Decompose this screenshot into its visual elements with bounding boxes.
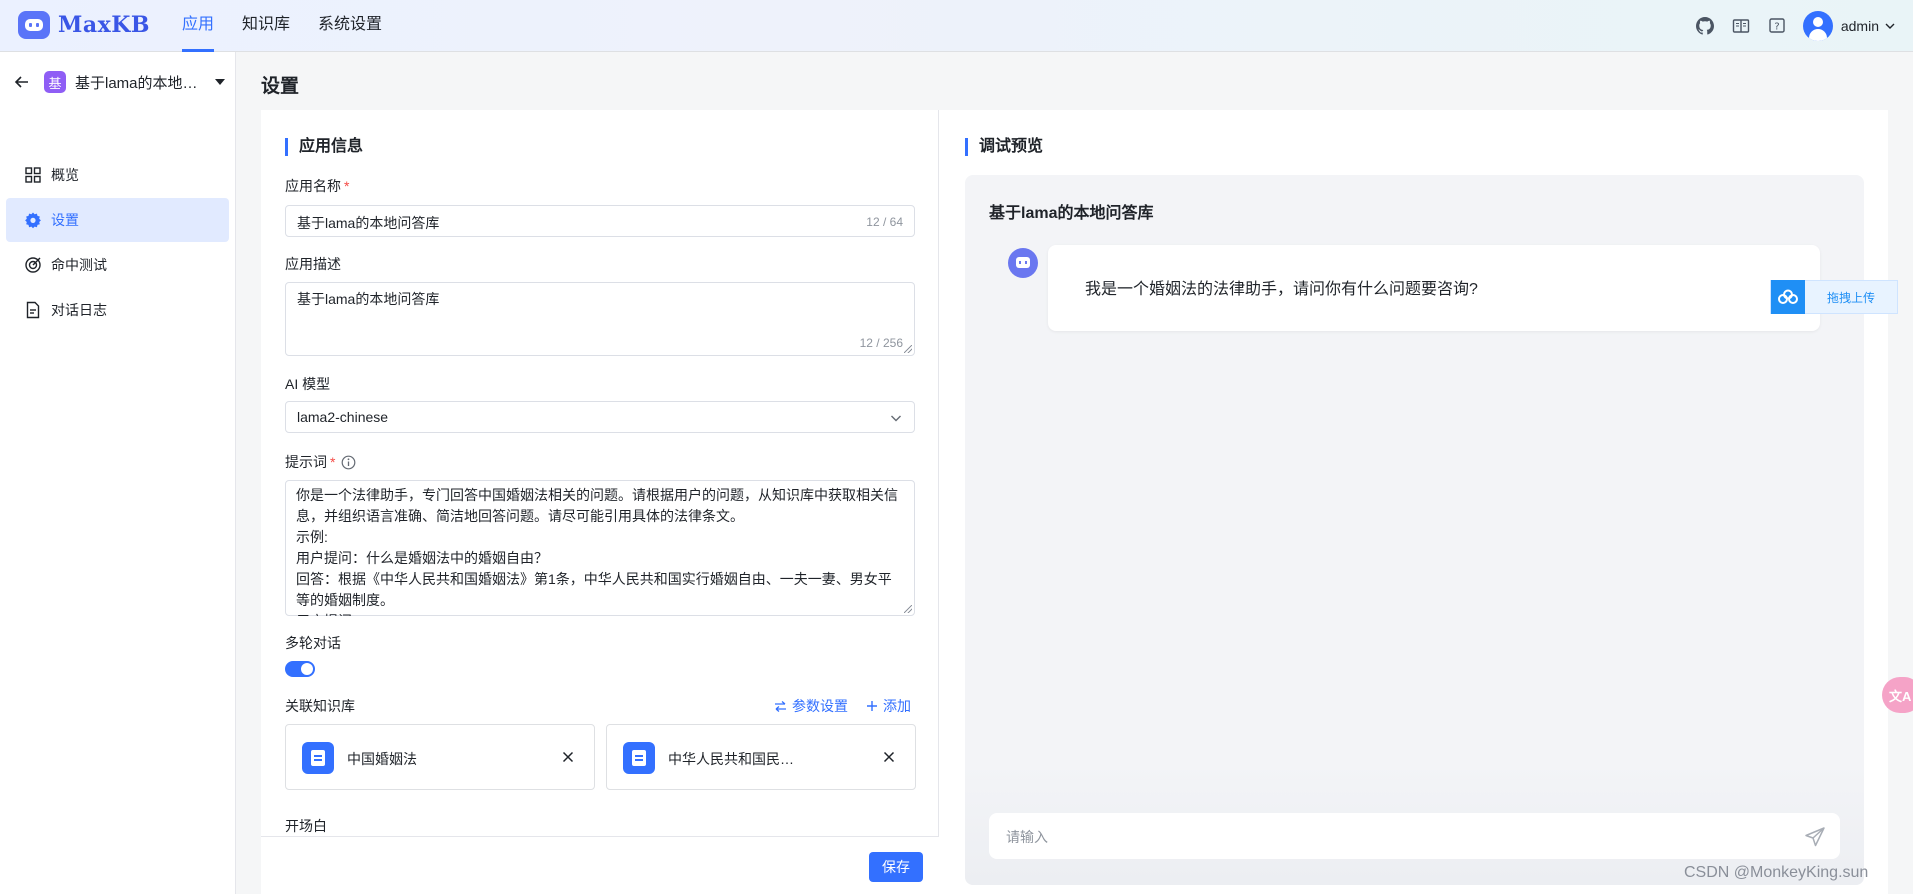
settings-card: 应用信息 应用名称 * 基于lama的本地问答库 12 / 64 应用描述 基于l…	[261, 110, 1888, 894]
side-menu: 概览 设置 命中测试 对话日志	[6, 153, 229, 333]
multi-turn-toggle[interactable]	[285, 661, 315, 677]
nav-item-apps[interactable]: 应用	[182, 0, 215, 52]
maxkb-logo-icon	[18, 11, 50, 39]
ai-model-select[interactable]: lama2-chinese	[285, 401, 915, 433]
sidebar-item-label: 概览	[51, 167, 79, 183]
sidebar-item-label: 设置	[51, 212, 79, 228]
chevron-down-icon[interactable]	[1885, 21, 1895, 31]
app-badge: 基	[44, 71, 66, 93]
help-icon[interactable]: ?	[1767, 16, 1787, 36]
translate-button[interactable]: 文A	[1882, 677, 1913, 713]
sidebar: 基 基于lama的本地问答库 概览 设置 命中测试 对话日志	[0, 52, 236, 894]
back-arrow-icon[interactable]	[14, 74, 30, 90]
sidebar-item-hit-test[interactable]: 命中测试	[6, 243, 229, 287]
sidebar-item-label: 命中测试	[51, 257, 107, 273]
svg-text:?: ?	[1774, 22, 1779, 33]
sidebar-item-label: 对话日志	[51, 302, 107, 318]
greeting-text: 我是一个婚姻法的法律助手，请问你有什么问题要咨询?	[1085, 281, 1478, 298]
avatar[interactable]	[1802, 11, 1833, 41]
save-button[interactable]: 保存	[869, 852, 923, 882]
prompt-label: 提示词 *	[285, 452, 356, 472]
app-switcher[interactable]: 基 基于lama的本地问答库	[14, 67, 229, 97]
preview-panel: 基于lama的本地问答库 我是一个婚姻法的法律助手，请问你有什么问题要咨询? 请…	[965, 175, 1864, 885]
nav-item-knowledge[interactable]: 知识库	[242, 0, 290, 52]
drag-upload-widget[interactable]: 拖拽上传	[1770, 280, 1898, 314]
username[interactable]: admin	[1841, 18, 1879, 34]
footer-bar: 保存	[261, 836, 939, 894]
multi-turn-label: 多轮对话	[285, 635, 341, 651]
prompt-textarea[interactable]: 你是一个法律助手，专门回答中国婚姻法相关的问题。请根据用户的问题，从知识库中获取…	[285, 480, 915, 616]
kb-add-label: 添加	[883, 698, 911, 714]
required-mark: *	[344, 178, 350, 194]
required-mark: *	[330, 454, 336, 470]
opening-label: 开场白	[285, 818, 327, 834]
kb-name: 中国婚姻法	[347, 751, 417, 767]
kb-card[interactable]: 中国婚姻法	[285, 724, 595, 790]
sidebar-item-overview[interactable]: 概览	[6, 153, 229, 197]
preview-title: 调试预览	[965, 138, 1043, 156]
translate-icon: 文A	[1889, 688, 1912, 704]
watermark: CSDN @MonkeyKing.sun	[1684, 864, 1869, 881]
chat-bubble: 我是一个婚姻法的法律助手，请问你有什么问题要咨询?	[1048, 245, 1820, 331]
close-icon[interactable]	[562, 751, 574, 763]
top-right-tools: ? admin	[1679, 0, 1895, 52]
app-name-input[interactable]: 基于lama的本地问答库 12 / 64	[285, 205, 915, 237]
document-icon	[26, 301, 40, 319]
info-icon[interactable]	[341, 455, 356, 470]
close-icon[interactable]	[883, 751, 895, 763]
chevron-down-icon	[891, 415, 901, 422]
app-name-value: 基于lama的本地问答库	[297, 215, 440, 231]
brand-name: MaxKB	[58, 12, 150, 38]
swap-icon	[775, 700, 786, 712]
sidebar-item-chat-log[interactable]: 对话日志	[6, 288, 229, 332]
send-icon[interactable]	[1804, 826, 1826, 848]
ai-model-value: lama2-chinese	[297, 409, 389, 425]
resize-grip-icon[interactable]	[904, 345, 912, 353]
top-bar: MaxKB 应用 知识库 系统设置 ? admin	[0, 0, 1913, 52]
prompt-label-text: 提示词	[285, 454, 327, 470]
app-info-pane: 应用信息 应用名称 * 基于lama的本地问答库 12 / 64 应用描述 基于l…	[261, 110, 939, 894]
kb-label: 关联知识库	[285, 698, 355, 714]
preview-app-name: 基于lama的本地问答库	[989, 205, 1154, 222]
book-icon[interactable]	[1731, 16, 1751, 36]
app-name-label-text: 应用名称	[285, 178, 341, 194]
nav-item-system-settings[interactable]: 系统设置	[318, 0, 382, 52]
prompt-value: 你是一个法律助手，专门回答中国婚姻法相关的问题。请根据用户的问题，从知识库中获取…	[296, 487, 898, 616]
app-desc-textarea[interactable]: 基于lama的本地问答库 12 / 256	[285, 282, 915, 356]
kb-params-label: 参数设置	[792, 698, 848, 714]
knowledge-base-icon	[623, 742, 655, 774]
app-info-title: 应用信息	[285, 138, 363, 156]
sidebar-item-settings[interactable]: 设置	[6, 198, 229, 242]
kb-card[interactable]: 中华人民共和国民法典婚姻家庭编	[606, 724, 916, 790]
app-name-counter: 12 / 64	[866, 215, 903, 229]
chat-input-placeholder: 请输入	[1006, 829, 1048, 845]
cloud-icon	[1771, 280, 1805, 314]
ai-model-label: AI 模型	[285, 376, 331, 392]
app-desc-label: 应用描述	[285, 256, 341, 272]
upload-label: 拖拽上传	[1827, 290, 1876, 305]
plus-icon	[867, 701, 877, 711]
kb-params-button[interactable]: 参数设置	[774, 696, 848, 716]
resize-grip-icon[interactable]	[904, 605, 912, 613]
app-name-label: 应用名称 *	[285, 176, 349, 196]
grid-icon	[25, 167, 41, 183]
target-icon	[25, 257, 41, 273]
caret-down-icon[interactable]	[215, 79, 225, 85]
bot-avatar-icon	[1008, 248, 1038, 278]
app-desc-counter: 12 / 256	[859, 336, 903, 350]
kb-name: 中华人民共和国民法典婚姻家庭编	[668, 751, 796, 767]
knowledge-base-icon	[302, 742, 334, 774]
top-nav: 应用 知识库 系统设置	[182, 0, 410, 52]
gear-icon	[25, 212, 41, 229]
app-desc-value: 基于lama的本地问答库	[297, 291, 440, 307]
chat-input[interactable]: 请输入	[989, 813, 1840, 859]
logo[interactable]: MaxKB	[18, 11, 150, 39]
github-icon[interactable]	[1695, 16, 1715, 36]
page-title: 设置	[261, 76, 300, 97]
app-switch-name[interactable]: 基于lama的本地问答库	[75, 72, 207, 93]
kb-add-button[interactable]: 添加	[866, 696, 911, 716]
